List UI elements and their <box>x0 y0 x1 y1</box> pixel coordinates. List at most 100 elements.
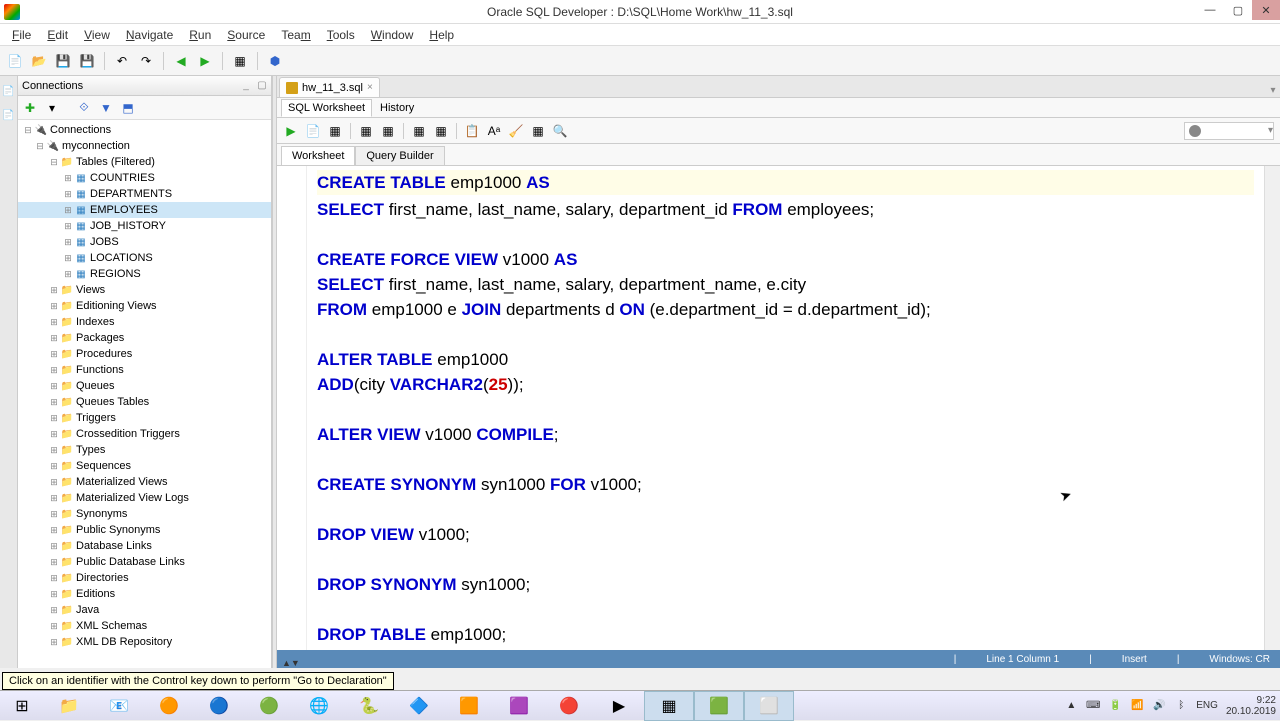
editor-menu-icon[interactable]: ▾ <box>1266 83 1280 97</box>
tree-node[interactable]: ⊞📁Database Links <box>18 538 271 554</box>
open-button[interactable]: 📂 <box>28 50 50 72</box>
clear-button[interactable]: 🧹 <box>506 121 526 141</box>
tree-node[interactable]: ⊞📁Views <box>18 282 271 298</box>
expand-icon[interactable]: ⊞ <box>62 253 74 264</box>
tray-battery-icon[interactable]: 🔋 <box>1108 699 1122 713</box>
task-python[interactable]: 🐍 <box>344 691 394 721</box>
expand-icon[interactable]: ⊞ <box>48 317 60 328</box>
tree-node[interactable]: ⊞▦REGIONS <box>18 266 271 282</box>
tree-node[interactable]: ⊞📁Public Synonyms <box>18 522 271 538</box>
tree-node[interactable]: ⊞📁XML DB Repository <box>18 634 271 650</box>
expand-icon[interactable]: ⊞ <box>48 285 60 296</box>
find-button[interactable]: 🔍 <box>550 121 570 141</box>
tray-wifi-icon[interactable]: 📶 <box>1130 699 1144 713</box>
autotrace-button[interactable]: ▦ <box>356 121 376 141</box>
expand-icon[interactable]: ⊞ <box>62 189 74 200</box>
forward-button[interactable]: ▶ <box>194 50 216 72</box>
tree-node[interactable]: ⊞▦COUNTRIES <box>18 170 271 186</box>
task-app8[interactable]: 🔷 <box>394 691 444 721</box>
expand-icon[interactable]: ⊞ <box>48 301 60 312</box>
sql-tuning-button[interactable]: ▦ <box>378 121 398 141</box>
maximize-button[interactable]: ▢ <box>1224 0 1252 20</box>
expand-icon[interactable]: ⊟ <box>34 141 46 152</box>
expand-icon[interactable]: ⊞ <box>48 589 60 600</box>
expand-icon[interactable]: ⊞ <box>48 541 60 552</box>
expand-icon[interactable]: ⊞ <box>48 397 60 408</box>
tree-node[interactable]: ⊞▦JOBS <box>18 234 271 250</box>
run-script-button[interactable]: 📄 <box>303 121 323 141</box>
sql-history-button[interactable]: ▦ <box>528 121 548 141</box>
undo-button[interactable]: ↶ <box>111 50 133 72</box>
sql-worksheet-button[interactable]: ▦ <box>229 50 251 72</box>
tree-node[interactable]: ⊞📁Queues <box>18 378 271 394</box>
connection-selector[interactable]: ▾ <box>1184 122 1274 140</box>
tree-node[interactable]: ⊞📁Java <box>18 602 271 618</box>
tree-node[interactable]: ⊞📁Triggers <box>18 410 271 426</box>
expand-icon[interactable]: ⊞ <box>48 381 60 392</box>
menu-navigate[interactable]: Navigate <box>118 26 181 44</box>
expand-icon[interactable]: ⊞ <box>48 445 60 456</box>
expand-icon[interactable]: ⊞ <box>48 573 60 584</box>
start-button[interactable]: ⊞ <box>0 691 44 721</box>
new-button[interactable]: 📄 <box>4 50 26 72</box>
back-button[interactable]: ◀ <box>170 50 192 72</box>
close-button[interactable]: ✕ <box>1252 0 1280 20</box>
tree-node[interactable]: ⊞📁Directories <box>18 570 271 586</box>
tree-node[interactable]: ⊞📁Procedures <box>18 346 271 362</box>
menu-edit[interactable]: Edit <box>39 26 76 44</box>
expand-icon[interactable]: ⊞ <box>48 413 60 424</box>
rollback-button[interactable]: ▦ <box>431 121 451 141</box>
explain-plan-button[interactable]: ▦ <box>325 121 345 141</box>
expand-icon[interactable]: ⊞ <box>48 509 60 520</box>
vertical-scrollbar[interactable] <box>1264 166 1280 650</box>
task-sqldeveloper[interactable]: ▦ <box>644 691 694 721</box>
tray-clock[interactable]: 9:22 20.10.2019 <box>1226 695 1276 717</box>
task-acrobat[interactable]: 🔴 <box>544 691 594 721</box>
menu-file[interactable]: File <box>4 26 39 44</box>
tab-close-icon[interactable]: × <box>367 82 373 93</box>
panel-minimize-icon[interactable]: _ <box>239 79 253 93</box>
task-app14[interactable]: 🟩 <box>694 691 744 721</box>
tree-node[interactable]: ⊞📁Editioning Views <box>18 298 271 314</box>
tree-node[interactable]: ⊞▦LOCATIONS <box>18 250 271 266</box>
commit-button[interactable]: ▦ <box>409 121 429 141</box>
filter-button[interactable]: ▼ <box>96 98 116 118</box>
menu-help[interactable]: Help <box>421 26 462 44</box>
tree-node[interactable]: ⊞📁Synonyms <box>18 506 271 522</box>
tray-bluetooth-icon[interactable]: ᛒ <box>1174 699 1188 713</box>
tray-volume-icon[interactable]: 🔊 <box>1152 699 1166 713</box>
tree-node[interactable]: ⊞📁Crossedition Triggers <box>18 426 271 442</box>
new-connection-button[interactable]: ✚ <box>20 98 40 118</box>
tray-keyboard-icon[interactable]: ⌨ <box>1086 699 1100 713</box>
query-builder-tab[interactable]: Query Builder <box>355 146 444 165</box>
expand-icon[interactable]: ⊞ <box>48 637 60 648</box>
tree-node[interactable]: ⊞📁Functions <box>18 362 271 378</box>
menu-tools[interactable]: Tools <box>319 26 363 44</box>
expand-icon[interactable]: ⊞ <box>48 621 60 632</box>
task-explorer[interactable]: 📁 <box>44 691 94 721</box>
redo-button[interactable]: ↷ <box>135 50 157 72</box>
expand-icon[interactable]: ⊞ <box>48 365 60 376</box>
reports-tab[interactable]: 📄 <box>1 80 16 100</box>
connection-dropdown-icon[interactable]: ▾ <box>42 98 62 118</box>
minimize-button[interactable]: — <box>1196 0 1224 20</box>
menu-source[interactable]: Source <box>219 26 273 44</box>
expand-icon[interactable]: ⊞ <box>48 461 60 472</box>
connections-tab[interactable]: 📄 <box>1 104 16 124</box>
task-app9[interactable]: 🟧 <box>444 691 494 721</box>
expand-icon[interactable]: ⊞ <box>62 237 74 248</box>
editor-tab-hw113[interactable]: hw_11_3.sql × <box>279 77 380 97</box>
to-uppercase-button[interactable]: Aᵃ <box>484 121 504 141</box>
menu-window[interactable]: Window <box>363 26 422 44</box>
task-onenote[interactable]: 🟪 <box>494 691 544 721</box>
expand-icon[interactable]: ⊞ <box>48 557 60 568</box>
expand-icon[interactable]: ⊞ <box>62 221 74 232</box>
expand-icon[interactable]: ⊟ <box>22 125 34 136</box>
expand-icon[interactable]: ⊞ <box>48 349 60 360</box>
dba-button[interactable]: ⬢ <box>264 50 286 72</box>
expand-icon[interactable]: ⊞ <box>62 173 74 184</box>
tray-language[interactable]: ENG <box>1196 700 1218 711</box>
tree-node[interactable]: ⊞📁Packages <box>18 330 271 346</box>
connections-tree[interactable]: ⊟🔌Connections⊟🔌myconnection⊟📁Tables (Fil… <box>18 120 271 668</box>
tree-node[interactable]: ⊟🔌Connections <box>18 122 271 138</box>
